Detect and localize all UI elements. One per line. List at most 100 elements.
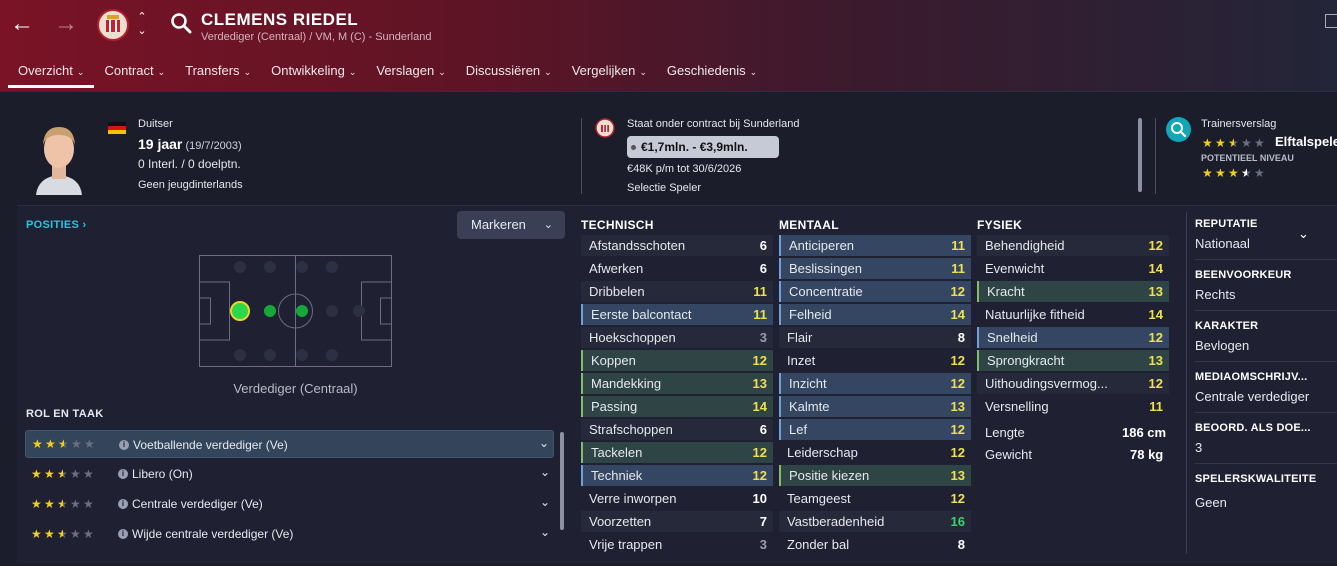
player-traits-value: Geen [1195,495,1227,510]
attribute-name: Teamgeest [787,491,851,506]
attribute-row[interactable]: Snelheid 12 [977,327,1169,348]
divider [581,118,582,194]
attribute-value: 11 [753,284,767,299]
attribute-value: 13 [752,376,767,391]
transfer-value-pill[interactable]: €1,7mln. - €3,9mln. [627,136,779,158]
attribute-row[interactable]: Zonder bal 8 [779,534,971,555]
role-row[interactable]: ★ ★ ★ ★ ★ i Libero (On) ⌄ [25,460,554,488]
tab-geschiedenis[interactable]: Geschiedenis ⌄ [657,58,767,88]
star-icon: ★ [44,497,55,511]
roles-scrollbar[interactable] [560,432,564,530]
tab-ontwikkeling[interactable]: Ontwikkeling ⌄ [261,58,366,88]
chevron-down-icon[interactable]: ⌄ [540,525,550,539]
back-arrow-icon[interactable]: ← [8,10,36,38]
attribute-row[interactable]: Concentratie 12 [779,281,971,302]
attribute-row[interactable]: Dribbelen 11 [581,281,773,302]
tab-contract[interactable]: Contract ⌄ [94,58,175,88]
attribute-row[interactable]: Techniek 12 [581,465,773,486]
attribute-row[interactable]: Beslissingen 11 [779,258,971,279]
chevron-down-icon[interactable]: ⌄ [1298,226,1309,242]
attribute-row[interactable]: Afstandsschoten 6 [581,235,773,256]
squad-status: Selectie Speler [627,182,701,194]
half-star-icon: ★ [58,437,69,451]
attribute-row[interactable]: Passing 14 [581,396,773,417]
attribute-row[interactable]: Lef 12 [779,419,971,440]
info-scrollbar[interactable] [1138,118,1142,192]
attribute-name: Hoekschoppen [589,330,676,345]
switch-player-arrows-icon[interactable]: ⌃ ⌄ [136,10,148,40]
tab-overzicht[interactable]: Overzicht ⌄ [8,58,95,88]
attribute-row[interactable]: Flair 8 [779,327,971,348]
attribute-row[interactable]: Vastberadenheid 16 [779,511,971,532]
attribute-row[interactable]: Leiderschap 12 [779,442,971,463]
role-stars: ★ ★ ★ ★ ★ [31,528,95,540]
tab-discussieren[interactable]: Discussiëren ⌄ [456,58,562,88]
attribute-row[interactable]: Verre inworpen 10 [581,488,773,509]
chevron-down-icon[interactable]: ⌄ [539,436,549,450]
preferred-foot-value: Rechts [1195,287,1236,302]
player-traits-title: SPELERSKWALITEITE [1195,473,1317,485]
attribute-name: Kracht [987,284,1025,299]
attribute-row[interactable]: Uithoudingsvermog... 12 [977,373,1169,394]
player-name: CLEMENS RIEDEL [201,10,359,29]
attribute-name: Mandekking [591,376,662,391]
attribute-row[interactable]: Vrije trappen 3 [581,534,773,555]
date-of-birth: (19/7/2003) [185,140,242,152]
attribute-row[interactable]: Kalmte 13 [779,396,971,417]
club-crest-icon[interactable] [96,8,130,42]
chevron-down-icon[interactable]: ⌄ [540,495,550,509]
role-label: Voetballende verdediger (Ve) [133,438,288,452]
attribute-row[interactable]: Tackelen 12 [581,442,773,463]
attribute-row[interactable]: Positie kiezen 13 [779,465,971,486]
attribute-row[interactable]: Mandekking 13 [581,373,773,394]
info-icon[interactable]: i [118,469,128,479]
germany-flag-icon [108,122,126,134]
empty-star-icon: ★ [70,467,81,481]
search-icon[interactable] [170,12,192,34]
tab-vergelijken[interactable]: Vergelijken ⌄ [562,58,657,88]
role-row[interactable]: ★ ★ ★ ★ ★ i Wijde centrale verdediger (Ve) ⌄ [25,520,554,548]
attribute-name: Anticiperen [789,238,855,253]
attribute-row[interactable]: Inzicht 12 [779,373,971,394]
attribute-row[interactable]: Hoekschoppen 3 [581,327,773,348]
attribute-row[interactable]: Evenwicht 14 [977,258,1169,279]
attribute-row[interactable]: Koppen 12 [581,350,773,371]
divider [1195,412,1337,413]
attribute-row[interactable]: Natuurlijke fitheid 14 [977,304,1169,325]
attribute-row[interactable]: Strafschoppen 6 [581,419,773,440]
attribute-row[interactable]: Voorzetten 7 [581,511,773,532]
tab-bar: Overzicht ⌄ Contract ⌄ Transfers ⌄ Ontwikke… [8,58,767,88]
attribute-row[interactable]: Felheid 14 [779,304,971,325]
attribute-row[interactable]: Behendigheid 12 [977,235,1169,256]
attribute-row[interactable]: Afwerken 6 [581,258,773,279]
attribute-row[interactable]: Versnelling 11 [977,396,1169,417]
chevron-right-icon: › [82,219,87,231]
positions-link[interactable]: POSITIES › [26,219,86,231]
attribute-row[interactable]: Kracht 13 [977,281,1169,302]
attribute-value: 13 [950,399,965,414]
attribute-name: Tackelen [591,445,643,460]
info-icon[interactable]: i [118,499,128,509]
scout-report-button[interactable] [1166,117,1191,142]
attribute-row[interactable]: Inzet 12 [779,350,971,371]
player-positions-club: Verdediger (Centraal) / VM, M (C) - Sund… [201,31,432,43]
role-row[interactable]: ★ ★ ★ ★ ★ i Voetballende verdediger (Ve) ⌄ [25,430,554,458]
forward-arrow-icon[interactable]: → [52,10,80,38]
attribute-row[interactable]: Eerste balcontact 11 [581,304,773,325]
chevron-down-icon[interactable]: ⌄ [540,465,550,479]
info-icon[interactable]: i [118,529,128,539]
window-toggle-icon[interactable] [1325,14,1337,28]
mark-dropdown[interactable]: Markeren ⌄ [457,211,565,239]
star-icon: ★ [1215,166,1226,180]
attribute-row[interactable]: Sprongkracht 13 [977,350,1169,371]
attribute-name: Concentratie [789,284,863,299]
attribute-name: Passing [591,399,638,414]
attribute-row[interactable]: Anticiperen 11 [779,235,971,256]
info-icon[interactable]: i [119,440,129,450]
height-value: 186 cm [1122,425,1167,440]
tab-verslagen[interactable]: Verslagen ⌄ [366,58,455,88]
tab-transfers[interactable]: Transfers ⌄ [175,58,261,88]
attribute-row[interactable]: Teamgeest 12 [779,488,971,509]
role-row[interactable]: ★ ★ ★ ★ ★ i Centrale verdediger (Ve) ⌄ [25,490,554,518]
attribute-value: 12 [752,353,767,368]
